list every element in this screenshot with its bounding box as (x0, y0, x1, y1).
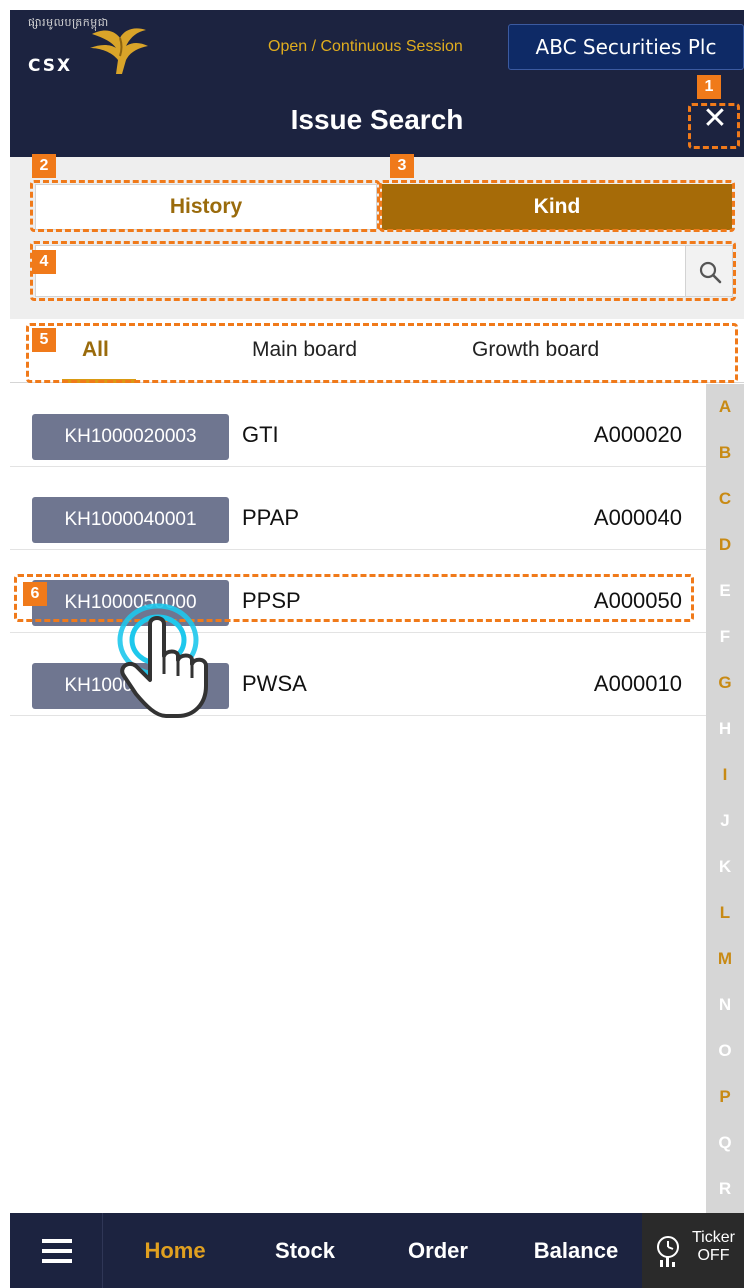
top-header: ផ្សារមូលបត្រកម្ពុជា CSX Open / Continuou… (10, 10, 744, 82)
alphabet-letter[interactable]: N (706, 982, 744, 1028)
alphabet-letter[interactable]: K (706, 844, 744, 890)
alphabet-letter[interactable]: Q (706, 1120, 744, 1166)
broker-selector[interactable]: ABC Securities Plc (508, 24, 744, 70)
issue-number: A000040 (593, 505, 682, 530)
nav-divider (102, 1213, 103, 1288)
alphabet-letter[interactable]: O (706, 1028, 744, 1074)
highlight-history-tab (30, 180, 380, 232)
title-bar: Issue Search ✕ (10, 82, 744, 157)
logo-text: CSX (28, 56, 73, 76)
alphabet-letter[interactable]: A (706, 384, 744, 430)
alphabet-letter[interactable]: P (706, 1074, 744, 1120)
nav-order[interactable]: Order (374, 1213, 502, 1288)
annotation-badge: 5 (32, 328, 56, 352)
issue-number: A000010 (593, 671, 682, 696)
highlight-board-tabs (26, 323, 738, 383)
highlight-search-field (30, 241, 736, 301)
alphabet-letter[interactable]: C (706, 476, 744, 522)
alphabet-letter[interactable]: M (706, 936, 744, 982)
issue-number: A000020 (593, 422, 682, 447)
ticker-icon (657, 1236, 679, 1267)
ticker-toggle[interactable]: Ticker OFF (642, 1213, 744, 1288)
ticker-label: Ticker (692, 1229, 735, 1246)
issue-code: KH1000020003 (32, 414, 229, 460)
annotation-badge: 2 (32, 154, 56, 178)
ticker-label-group: Ticker OFF (692, 1229, 735, 1265)
annotation-badge: 4 (32, 250, 56, 274)
alphabet-letter[interactable]: E (706, 568, 744, 614)
alphabet-letter[interactable]: H (706, 706, 744, 752)
alphabet-letter[interactable]: G (706, 660, 744, 706)
csx-bird-logo (90, 28, 148, 75)
alphabet-letter[interactable]: F (706, 614, 744, 660)
ticker-state: OFF (697, 1247, 730, 1264)
highlight-kind-tab (379, 180, 735, 232)
annotation-badge: 1 (697, 75, 721, 99)
alphabet-letter[interactable]: R (706, 1166, 744, 1212)
csx-logo: ផ្សារមូលបត្រកម្ពុជា CSX (28, 16, 148, 80)
alphabet-index[interactable]: ABCDEFGHIJKLMNOPQR (706, 384, 744, 1213)
bottom-nav: Home Stock Order Balance Ticker OFF (10, 1213, 744, 1288)
alphabet-letter[interactable]: L (706, 890, 744, 936)
issue-row[interactable]: KH1000040001 PPAP A000040 (10, 467, 706, 550)
nav-home[interactable]: Home (110, 1213, 240, 1288)
issue-name: GTI (242, 422, 279, 447)
annotation-badge: 3 (390, 154, 414, 178)
highlight-close (688, 103, 740, 149)
nav-stock[interactable]: Stock (240, 1213, 370, 1288)
tap-hand-icon (117, 603, 208, 718)
alphabet-letter[interactable]: J (706, 798, 744, 844)
alphabet-letter[interactable]: D (706, 522, 744, 568)
alphabet-letter[interactable]: I (706, 752, 744, 798)
annotation-badge: 6 (23, 582, 47, 606)
page-title: Issue Search (290, 104, 464, 135)
menu-button[interactable] (10, 1213, 102, 1288)
alphabet-letter[interactable]: B (706, 430, 744, 476)
issue-name: PPAP (242, 505, 300, 530)
issue-code: KH1000040001 (32, 497, 229, 543)
issue-row[interactable]: KH1000020003 GTI A000020 (10, 384, 706, 467)
session-status: Open / Continuous Session (268, 38, 463, 55)
nav-balance[interactable]: Balance (504, 1213, 648, 1288)
